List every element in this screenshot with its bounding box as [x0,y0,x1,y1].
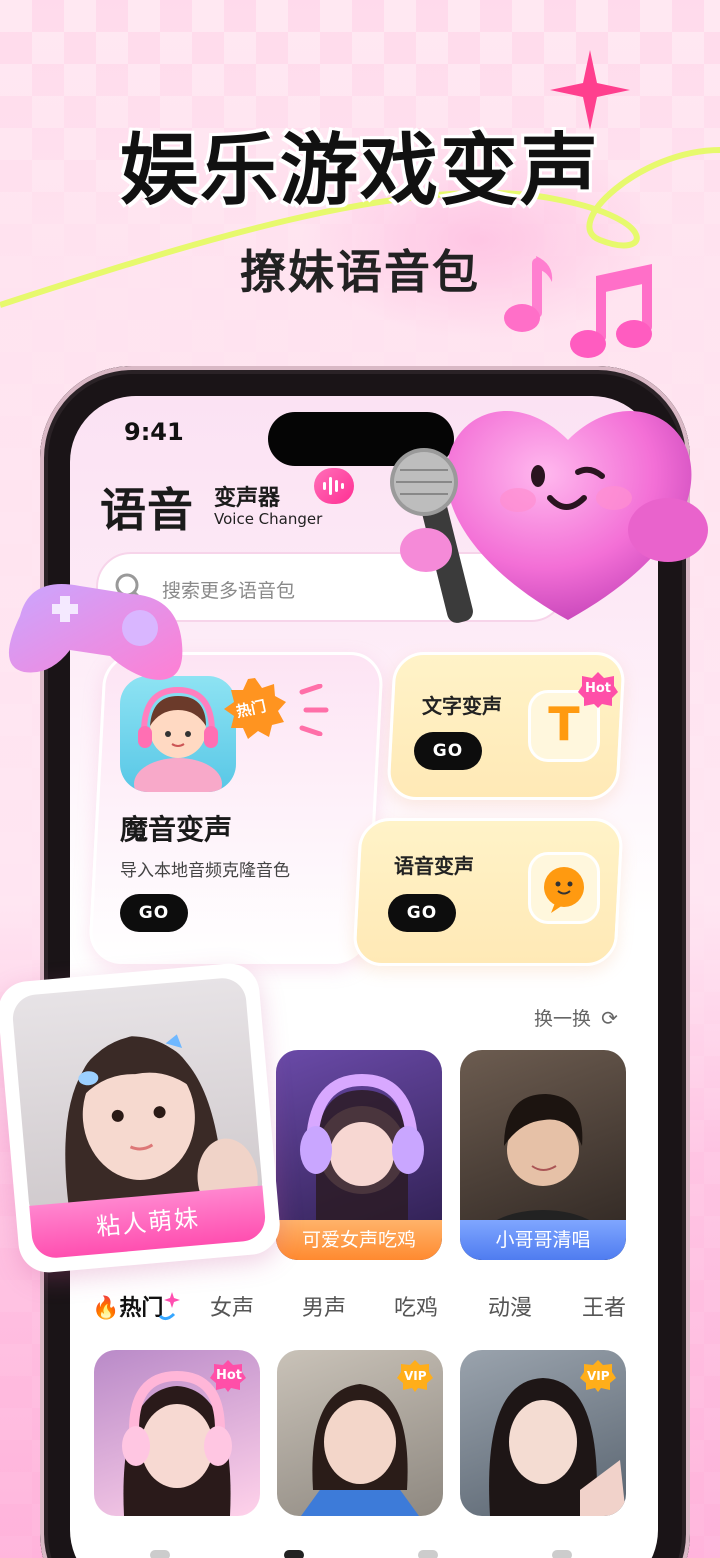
music-note-icon [504,256,553,332]
magic-voice-title: 魔音变声 [120,813,233,846]
tabbar-item[interactable] [284,1550,304,1558]
featured-voice-card[interactable]: 粘人萌妹 [0,961,283,1275]
tab-female[interactable]: 女声 [210,1290,254,1322]
voice-wave-icon [314,468,354,504]
sparkle-lines-icon [299,684,329,736]
refresh-icon: ⟳ [601,1006,618,1030]
tabbar-item[interactable] [150,1550,170,1558]
voice-pack-label: 小哥哥清唱 [460,1220,626,1260]
gamepad-icon [8,584,183,680]
category-tabs: 🔥热门 女声 男声 吃鸡 动漫 王者 [92,1290,632,1326]
app-logo-english: Voice Changer [214,510,323,528]
app-logo-text: 语音 [100,483,194,537]
refresh-button[interactable]: 换一换 ⟳ [534,1004,618,1031]
microphone-icon [390,448,473,623]
tab-hot-label: 热门 [119,1296,164,1321]
tab-active-indicator-icon [158,1292,180,1321]
promo-headline: 娱乐游戏变声 [119,126,600,216]
fire-icon: 🔥 [92,1296,120,1321]
magic-voice-desc: 导入本地音频克隆音色 [120,861,290,881]
music-note-double-icon [570,264,652,358]
pack-badge-label: VIP [587,1369,610,1383]
tab-chicken[interactable]: 吃鸡 [394,1290,438,1322]
tab-male[interactable]: 男声 [302,1290,346,1322]
voice-change-go-button[interactable]: GO [388,894,456,932]
tabbar-item[interactable] [552,1550,572,1558]
voice-change-title: 语音变声 [394,854,474,878]
text-voice-go-button[interactable]: GO [414,732,482,770]
tab-hot[interactable]: 🔥热门 [92,1290,163,1322]
status-time: 9:41 [124,418,184,446]
smile-bubble-icon [528,852,600,924]
tab-king[interactable]: 王者 [582,1290,626,1322]
pack-badge-label: Hot [216,1368,243,1383]
refresh-label: 换一换 [534,1008,592,1030]
text-voice-title: 文字变声 [422,694,502,718]
voice-pack-label: 可爱女声吃鸡 [276,1220,442,1260]
hot-tag-label: Hot [585,681,612,696]
voice-pack-card[interactable]: 可爱女声吃鸡 [276,1050,442,1260]
magic-voice-go-button[interactable]: GO [120,894,188,932]
tab-anime[interactable]: 动漫 [488,1290,532,1322]
voice-pack-card[interactable]: 小哥哥清唱 [460,1050,626,1260]
app-logo-subtext: 变声器 [214,486,281,511]
tabbar-item[interactable] [418,1550,438,1558]
pack-badge-label: VIP [404,1369,427,1383]
